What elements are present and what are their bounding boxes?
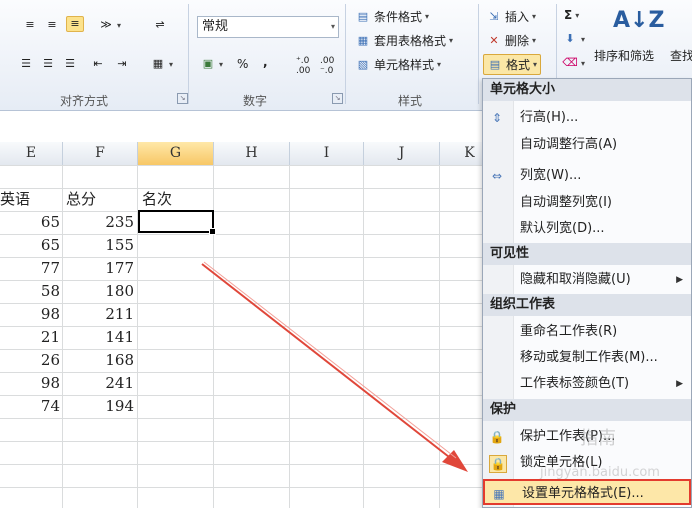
menu-section-organize: 组织工作表 [483, 294, 691, 316]
submenu-arrow-icon: ▶ [676, 275, 683, 285]
menu-item-label: 行高(H)... [520, 110, 579, 125]
menu-item-label: 设置单元格格式(E)... [522, 486, 644, 501]
format-cells-icon: ▦ [493, 487, 505, 501]
watermark-text: 指南 [580, 428, 616, 449]
menu-item-tab-color[interactable]: 工作表标签颜色(T) ▶ [483, 371, 691, 397]
menu-item-label: 重命名工作表(R) [520, 324, 618, 339]
menu-item-rename-sheet[interactable]: 重命名工作表(R) [483, 319, 691, 345]
protect-sheet-icon: 🔒 [489, 430, 505, 444]
submenu-arrow-icon: ▶ [676, 379, 683, 389]
menu-section-protect: 保护 [483, 399, 691, 421]
menu-section-visibility: 可见性 [483, 243, 691, 265]
menu-item-label: 自动调整行高(A) [520, 137, 618, 152]
menu-item-label: 工作表标签颜色(T) [520, 376, 630, 391]
menu-item-move-copy[interactable]: 移动或复制工作表(M)... [483, 345, 691, 371]
row-height-icon: ⇕ [491, 111, 503, 125]
watermark-url: jingyan.baidu.com [540, 465, 660, 480]
menu-item-format-cells[interactable]: ▦ 设置单元格格式(E)... [483, 479, 691, 505]
menu-section-cell-size: 单元格大小 [483, 79, 691, 101]
menu-item-row-height[interactable]: ⇕ 行高(H)... [483, 105, 691, 131]
menu-item-autofit-column[interactable]: 自动调整列宽(I) [483, 190, 691, 216]
lock-icon: 🔒 [489, 455, 507, 473]
menu-item-label: 自动调整列宽(I) [520, 195, 612, 210]
menu-item-default-width[interactable]: 默认列宽(D)... [483, 216, 691, 242]
menu-item-label: 默认列宽(D)... [520, 221, 605, 236]
menu-item-autofit-row[interactable]: 自动调整行高(A) [483, 132, 691, 158]
menu-item-column-width[interactable]: ⇔ 列宽(W)... [483, 163, 691, 189]
column-width-icon: ⇔ [491, 169, 503, 183]
menu-item-label: 隐藏和取消隐藏(U) [520, 272, 631, 287]
menu-item-label: 移动或复制工作表(M)... [520, 350, 658, 365]
menu-item-label: 列宽(W)... [520, 168, 582, 183]
menu-item-hide-unhide[interactable]: 隐藏和取消隐藏(U) ▶ [483, 267, 691, 293]
